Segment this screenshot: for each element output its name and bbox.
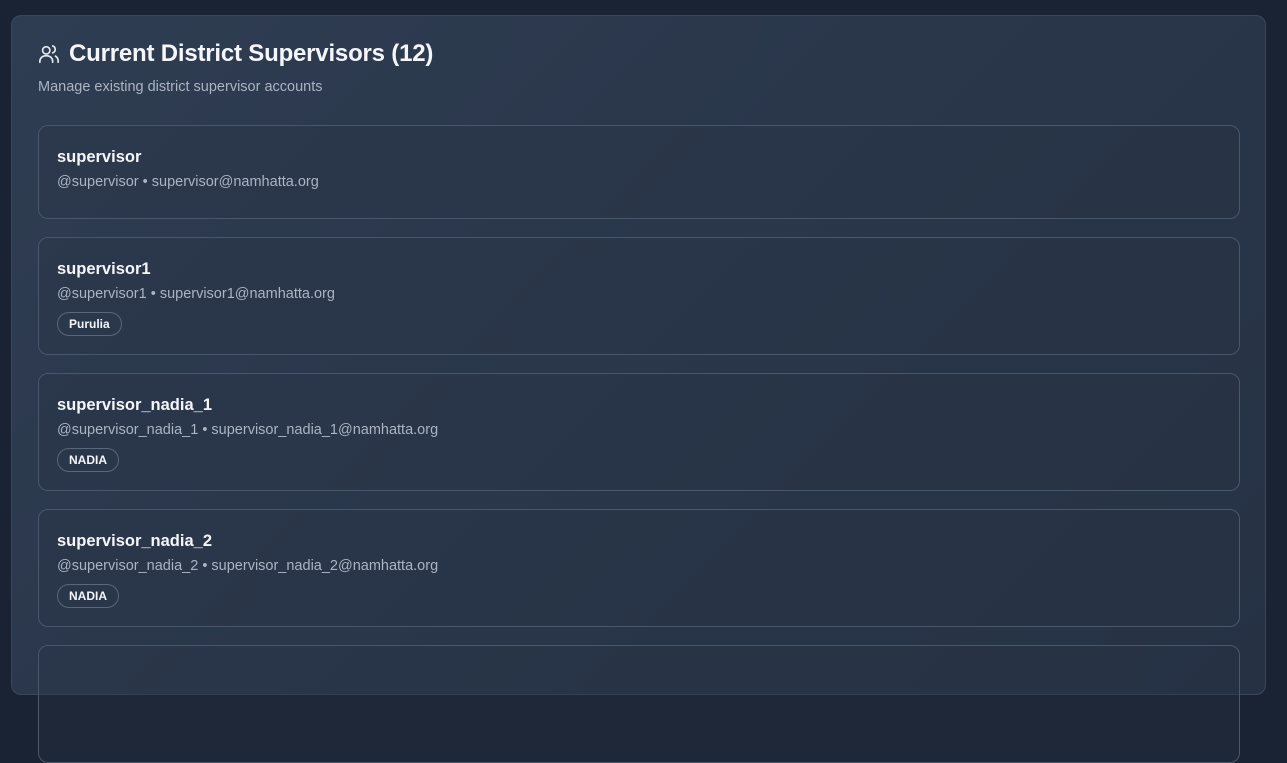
meta-separator: • xyxy=(142,174,148,190)
supervisor-card[interactable]: supervisor @supervisor • supervisor@namh… xyxy=(38,125,1240,219)
district-badge: NADIA xyxy=(57,584,119,608)
meta-separator: • xyxy=(202,558,208,574)
supervisor-card[interactable]: supervisor_nadia_1 @supervisor_nadia_1 •… xyxy=(38,373,1240,491)
supervisor-card[interactable]: supervisor_nadia_2 @supervisor_nadia_2 •… xyxy=(38,509,1240,627)
supervisor-username: @supervisor1 xyxy=(57,286,147,302)
users-icon xyxy=(38,43,60,65)
supervisor-name: supervisor1 xyxy=(57,260,151,278)
district-badge: Purulia xyxy=(57,312,122,336)
supervisor-username: @supervisor_nadia_2 xyxy=(57,558,199,574)
supervisor-name: supervisor xyxy=(57,148,142,166)
supervisor-name: supervisor_nadia_1 xyxy=(57,396,212,414)
supervisor-email: supervisor_nadia_2@namhatta.org xyxy=(211,558,439,574)
panel-header: Current District Supervisors (12) xyxy=(38,40,433,68)
meta-separator: • xyxy=(150,286,156,302)
supervisor-email: supervisor@namhatta.org xyxy=(151,174,319,190)
district-badge: NADIA xyxy=(57,448,119,472)
meta-separator: • xyxy=(202,422,208,438)
supervisor-card[interactable]: supervisor1 @supervisor1 • supervisor1@n… xyxy=(38,237,1240,355)
supervisor-card[interactable] xyxy=(38,645,1240,763)
supervisor-email: supervisor1@namhatta.org xyxy=(159,286,335,302)
supervisor-meta: @supervisor_nadia_1 • supervisor_nadia_1… xyxy=(57,422,438,438)
page-title: Current District Supervisors (12) xyxy=(69,40,434,67)
page-subtitle: Manage existing district supervisor acco… xyxy=(38,79,323,95)
supervisor-email: supervisor_nadia_1@namhatta.org xyxy=(211,422,439,438)
supervisor-meta: @supervisor_nadia_2 • supervisor_nadia_2… xyxy=(57,558,438,574)
supervisor-username: @supervisor xyxy=(57,174,139,190)
supervisor-meta: @supervisor1 • supervisor1@namhatta.org xyxy=(57,286,335,302)
supervisors-panel: Current District Supervisors (12) Manage… xyxy=(11,15,1266,763)
supervisor-name: supervisor_nadia_2 xyxy=(57,532,212,550)
supervisor-username: @supervisor_nadia_1 xyxy=(57,422,199,438)
supervisor-meta: @supervisor • supervisor@namhatta.org xyxy=(57,174,319,190)
